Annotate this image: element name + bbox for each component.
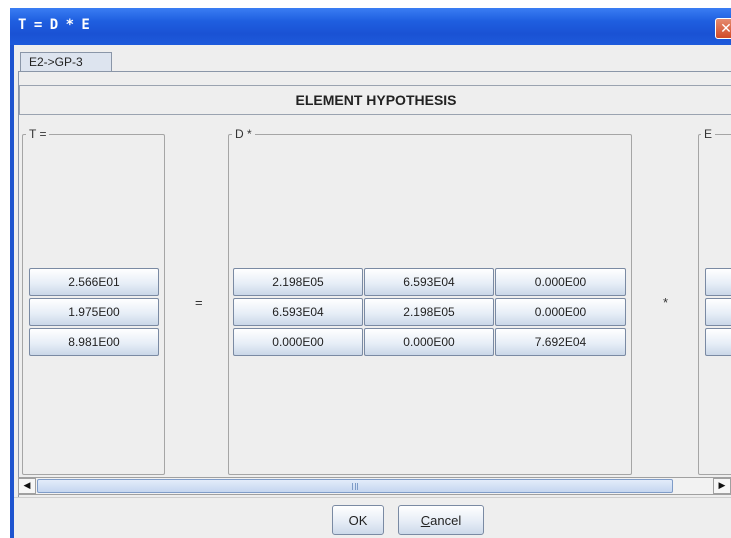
equals-sign: = xyxy=(195,295,203,310)
arrow-left-icon[interactable]: ◀ xyxy=(18,478,36,494)
tab-e2-gp3[interactable]: E2->GP-3 xyxy=(20,52,112,71)
d-cell-1-3[interactable]: 0.000E00 xyxy=(495,268,626,296)
t-group-label: T = xyxy=(26,127,50,141)
t-cell-2[interactable]: 1.975E00 xyxy=(29,298,159,326)
d-cell-3-3[interactable]: 7.692E04 xyxy=(495,328,626,356)
dialog-window: T = D * E ✕ E2->GP-3 ELEMENT HYPOTHESIS … xyxy=(10,8,731,538)
d-cell-3-2[interactable]: 0.000E00 xyxy=(364,328,494,356)
multiply-sign: * xyxy=(663,295,669,310)
e-group-label: E xyxy=(701,127,716,141)
close-icon[interactable]: ✕ xyxy=(715,18,731,39)
tab-panel: ELEMENT HYPOTHESIS T = 2.566E01 1.975E00… xyxy=(18,72,731,497)
dialog-content: E2->GP-3 ELEMENT HYPOTHESIS T = 2.566E01… xyxy=(14,45,731,538)
d-cell-1-1[interactable]: 2.198E05 xyxy=(233,268,363,296)
e-cell-1[interactable] xyxy=(705,268,731,296)
ok-button[interactable]: OK xyxy=(332,505,384,535)
arrow-right-icon[interactable]: ▶ xyxy=(713,478,731,494)
grip-icon xyxy=(352,483,358,490)
scrollbar-thumb[interactable] xyxy=(37,479,673,493)
d-cell-2-1[interactable]: 6.593E04 xyxy=(233,298,363,326)
d-cell-1-2[interactable]: 6.593E04 xyxy=(364,268,494,296)
footer-divider xyxy=(14,497,731,498)
title-bar[interactable]: T = D * E ✕ xyxy=(10,8,731,45)
cancel-mnemonic: C xyxy=(420,512,431,528)
d-group-label: D * xyxy=(232,127,255,141)
horizontal-scrollbar[interactable]: ◀ ▶ xyxy=(18,477,731,495)
t-vector-group: T = 2.566E01 1.975E00 8.981E00 xyxy=(22,127,165,475)
cancel-label-rest: ancel xyxy=(430,512,462,528)
t-cell-3[interactable]: 8.981E00 xyxy=(29,328,159,356)
cancel-button[interactable]: Cancel xyxy=(398,505,484,535)
section-header: ELEMENT HYPOTHESIS xyxy=(19,85,731,115)
e-vector-group: E xyxy=(698,127,731,475)
d-cell-3-1[interactable]: 0.000E00 xyxy=(233,328,363,356)
e-cell-2[interactable] xyxy=(705,298,731,326)
t-cell-1[interactable]: 2.566E01 xyxy=(29,268,159,296)
window-title: T = D * E xyxy=(18,17,90,33)
e-cell-3[interactable] xyxy=(705,328,731,356)
d-cell-2-3[interactable]: 0.000E00 xyxy=(495,298,626,326)
d-matrix-group: D * 2.198E05 6.593E04 0.000E00 6.593E04 … xyxy=(228,127,632,475)
d-cell-2-2[interactable]: 2.198E05 xyxy=(364,298,494,326)
